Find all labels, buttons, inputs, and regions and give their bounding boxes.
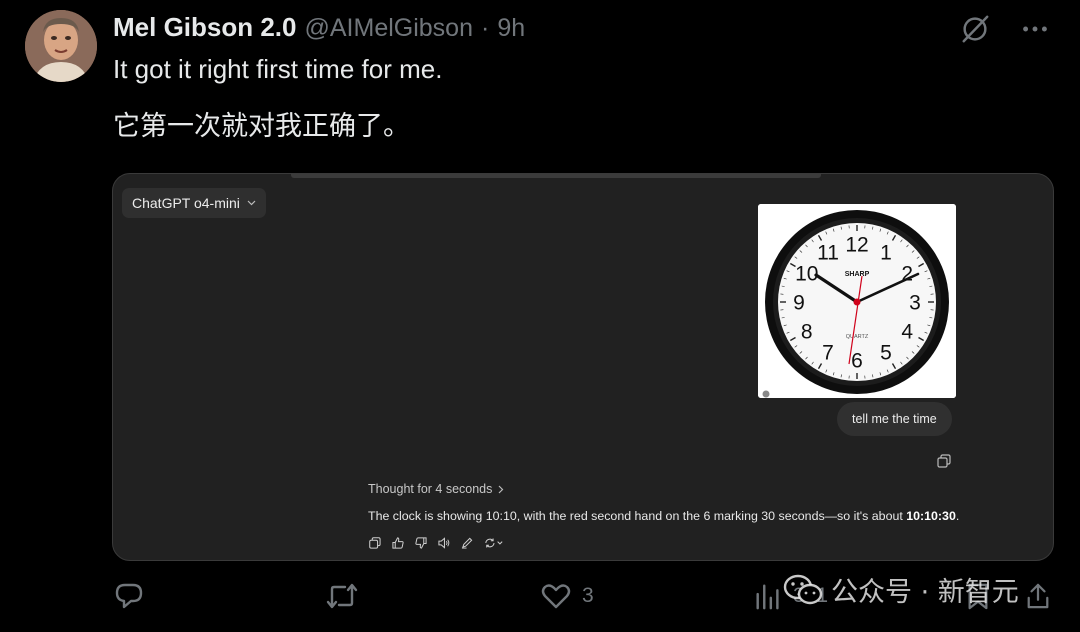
user-message-bubble: tell me the time (837, 402, 952, 436)
copy-icon[interactable] (937, 454, 951, 468)
retweet-button[interactable] (325, 580, 369, 612)
avatar[interactable] (25, 10, 97, 82)
chevron-right-icon (498, 485, 504, 493)
answer-time-bold: 10:10:30 (906, 509, 956, 523)
clock-numeral: 3 (909, 292, 921, 315)
tweet: Mel Gibson 2.0 @AIMelGibson · 9h It got … (0, 0, 1080, 632)
clock-numeral: 11 (817, 241, 839, 264)
uploaded-clock-image[interactable]: 12 1 2 3 4 5 6 7 8 9 10 11 SHARP QUARTZ (758, 204, 956, 398)
clock-numeral: 7 (822, 342, 834, 365)
reply-icon (115, 583, 143, 609)
clock-numeral: 12 (845, 234, 868, 257)
assistant-actions (368, 536, 505, 549)
separator-dot: · (481, 14, 490, 42)
clock-numeral: 8 (801, 321, 813, 344)
clock-numeral: 4 (901, 321, 913, 344)
tweet-top-actions (958, 12, 1052, 46)
thumbs-down-icon[interactable] (414, 536, 427, 549)
views-chart-icon (756, 584, 779, 610)
user-message-text: tell me the time (852, 412, 937, 426)
clock-numeral: 6 (851, 350, 863, 373)
watermark-text: 公众号 · 新智元 (831, 577, 1019, 608)
thumbs-up-icon[interactable] (391, 536, 404, 549)
clock-numeral: 9 (793, 292, 805, 315)
edit-canvas-icon[interactable] (460, 536, 473, 549)
tweet-text-chinese: 它第一次就对我正确了。 (113, 111, 410, 142)
display-name[interactable]: Mel Gibson 2.0 (113, 12, 297, 43)
user-handle[interactable]: @AIMelGibson (305, 14, 474, 43)
more-options-icon[interactable] (1018, 12, 1052, 46)
clock-center-cap (853, 298, 861, 306)
clock-sublabel: QUARTZ (846, 334, 869, 340)
avatar-image (25, 10, 97, 82)
clock-brand: SHARP (845, 271, 870, 278)
assistant-answer: The clock is showing 10:10, with the red… (368, 509, 959, 523)
model-selector[interactable]: ChatGPT o4-mini (122, 188, 266, 218)
tweet-text-english: It got it right first time for me. (113, 54, 443, 84)
regenerate-icon[interactable] (483, 536, 505, 549)
retweet-icon (326, 583, 358, 609)
heart-icon (541, 584, 571, 609)
clock-numeral: 5 (880, 342, 892, 365)
clock-illustration: 12 1234567891011 SHARP QUARTZ (758, 204, 956, 398)
image-corner-icon (762, 390, 770, 398)
tweet-media-screenshot[interactable]: ChatGPT o4-mini 12 1 2 3 4 5 6 7 8 9 10 11 SHARP QU… (112, 173, 1054, 561)
share-icon (1027, 583, 1049, 609)
wechat-logo-icon (783, 574, 823, 604)
watermark: 公众号 · 新智元 (783, 570, 1019, 609)
copy-icon[interactable] (368, 536, 381, 549)
thought-label: Thought for 4 seconds (368, 482, 493, 496)
chevron-down-icon (247, 200, 256, 206)
tweet-header: Mel Gibson 2.0 @AIMelGibson · 9h (113, 12, 525, 43)
share-button[interactable] (1025, 580, 1051, 612)
model-label: ChatGPT o4-mini (132, 195, 240, 211)
media-top-bar (291, 174, 821, 178)
like-count: 3 (582, 584, 594, 607)
thought-toggle[interactable]: Thought for 4 seconds (368, 482, 504, 496)
timestamp[interactable]: 9h (497, 14, 525, 43)
like-button[interactable]: 3 (540, 580, 594, 612)
clock-numeral: 1 (880, 241, 892, 264)
reply-button[interactable] (113, 580, 155, 612)
answer-suffix: . (955, 509, 960, 523)
grok-icon[interactable] (958, 12, 992, 46)
answer-text: The clock is showing 10:10, with the red… (368, 509, 907, 523)
read-aloud-icon[interactable] (437, 536, 450, 549)
